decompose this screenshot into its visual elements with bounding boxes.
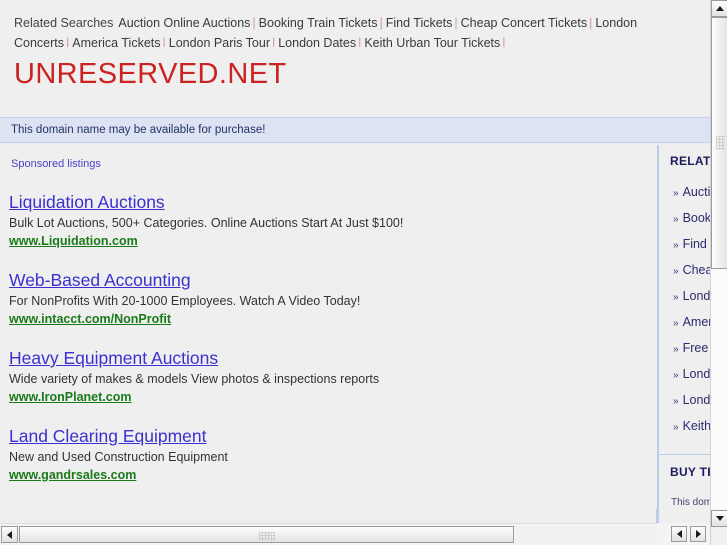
bullet-icon: » bbox=[673, 214, 679, 225]
main-horizontal-scrollbar[interactable] bbox=[0, 523, 657, 545]
scroll-left-arrow-icon[interactable] bbox=[1, 526, 18, 543]
bullet-icon: » bbox=[673, 396, 679, 407]
scrollbar-grip-icon bbox=[716, 136, 725, 150]
ad-url-link[interactable]: www.intacct.com/NonProfit bbox=[9, 311, 171, 328]
ad-description: Bulk Lot Auctions, 500+ Categories. Onli… bbox=[9, 216, 404, 230]
sidebar-related-item[interactable]: »Find Tickets bbox=[659, 232, 710, 258]
related-search-link[interactable]: London Dates bbox=[278, 36, 356, 47]
related-searches-separator: | bbox=[252, 16, 256, 30]
ad-description: New and Used Construction Equipment bbox=[9, 450, 228, 464]
related-search-link[interactable]: America Tickets bbox=[72, 36, 160, 47]
bullet-icon: » bbox=[673, 318, 679, 329]
triangle-left-icon bbox=[676, 530, 682, 538]
scrollbar-corner bbox=[711, 527, 727, 545]
ad-title-link[interactable]: Heavy Equipment Auctions bbox=[9, 347, 218, 369]
sidebar-related-item[interactable]: »London Dates bbox=[659, 388, 710, 414]
bullet-icon: » bbox=[673, 266, 679, 277]
bullet-icon: » bbox=[673, 344, 679, 355]
horizontal-scrollbar-thumb[interactable] bbox=[19, 526, 514, 543]
related-search-link[interactable]: Keith Urban Tour Tickets bbox=[364, 36, 500, 47]
sidebar-related-item-label: London Paris Tour bbox=[682, 367, 710, 381]
bullet-icon: » bbox=[673, 422, 679, 433]
sidebar-related-item[interactable]: »Booking Train Tickets bbox=[659, 206, 710, 232]
sidebar-scroll-right-arrow-icon[interactable] bbox=[690, 526, 706, 542]
sponsored-listings-label: Sponsored listings bbox=[11, 158, 101, 170]
scrollbar-grip-icon bbox=[259, 532, 275, 541]
sidebar-related-item-label: Find Tickets bbox=[682, 237, 710, 251]
sidebar-related-item[interactable]: »Auction Online Auctions bbox=[659, 180, 710, 206]
sidebar-related-item[interactable]: »Cheap Concert Tickets bbox=[659, 258, 710, 284]
related-searches-separator: | bbox=[454, 16, 458, 30]
sidebar-related-item-label: Auction Online Auctions bbox=[682, 185, 710, 199]
sidebar-related-item-label: America Tickets bbox=[682, 315, 710, 329]
ad-url-link[interactable]: www.gandrsales.com bbox=[9, 467, 136, 484]
page-title: UNRESERVED.NET bbox=[14, 58, 287, 90]
triangle-left-icon bbox=[7, 530, 12, 539]
sidebar-related-list: »Auction Online Auctions»Booking Train T… bbox=[659, 180, 710, 440]
ad-title-link[interactable]: Land Clearing Equipment bbox=[9, 425, 207, 447]
triangle-up-icon bbox=[715, 6, 724, 11]
bullet-icon: » bbox=[673, 240, 679, 251]
related-search-link[interactable]: Find Tickets bbox=[386, 16, 453, 30]
sponsored-ad: Heavy Equipment Auctions Wide variety of … bbox=[9, 347, 657, 406]
sidebar-scroll-left-arrow-icon[interactable] bbox=[671, 526, 687, 542]
related-search-link[interactable]: Booking Train Tickets bbox=[259, 16, 378, 30]
vertical-scrollbar-track[interactable] bbox=[711, 269, 727, 510]
sidebar-related-item-label: London Dates bbox=[682, 393, 710, 407]
scroll-up-arrow-icon[interactable] bbox=[711, 0, 727, 17]
ad-title-link[interactable]: Web-Based Accounting bbox=[9, 269, 191, 291]
bullet-icon: » bbox=[673, 292, 679, 303]
vertical-scrollbar-thumb[interactable] bbox=[711, 17, 727, 269]
related-search-link[interactable]: Cheap Concert Tickets bbox=[461, 16, 587, 30]
sidebar-related-item[interactable]: »Keith Urban Tour Tickets bbox=[659, 414, 710, 440]
triangle-down-icon bbox=[715, 516, 724, 521]
frame-edge-divider bbox=[656, 509, 658, 523]
related-searches-strip: Related Searches Auction Online Auctions |… bbox=[0, 0, 710, 47]
ad-description: For NonProfits With 20-1000 Employees. W… bbox=[9, 294, 361, 308]
ad-title-link[interactable]: Liquidation Auctions bbox=[9, 191, 165, 213]
sponsored-ad: Land Clearing Equipment New and Used Cons… bbox=[9, 425, 657, 484]
sidebar-divider bbox=[659, 454, 710, 455]
main-content: Sponsored listings Liquidation Auctions B… bbox=[0, 145, 657, 523]
sponsored-ad: Web-Based Accounting For NonProfits With … bbox=[9, 269, 657, 328]
sidebar-related-item[interactable]: »London Concerts bbox=[659, 284, 710, 310]
window-vertical-scrollbar[interactable] bbox=[710, 0, 727, 545]
sponsored-ads-list: Liquidation Auctions Bulk Lot Auctions, 5… bbox=[9, 191, 657, 503]
horizontal-scrollbar-track[interactable] bbox=[516, 526, 657, 543]
related-searches-separator: | bbox=[271, 36, 276, 47]
right-sidebar: RELATED SEARCHES »Auction Online Auction… bbox=[657, 145, 710, 523]
sidebar-horizontal-scrollbar[interactable] bbox=[657, 523, 710, 545]
ad-url-link[interactable]: www.IronPlanet.com bbox=[9, 389, 131, 406]
sidebar-related-item-label: Free Tickets bbox=[682, 341, 710, 355]
sidebar-buy-heading: BUY THIS DOMAIN bbox=[670, 465, 710, 479]
sidebar-related-item-label: London Concerts bbox=[682, 289, 710, 303]
sidebar-related-item[interactable]: »London Paris Tour bbox=[659, 362, 710, 388]
related-searches-separator: | bbox=[162, 36, 166, 47]
sidebar-related-item-label: Booking Train Tickets bbox=[682, 211, 710, 225]
sponsored-ad: Liquidation Auctions Bulk Lot Auctions, 5… bbox=[9, 191, 657, 250]
ad-url-link[interactable]: www.Liquidation.com bbox=[9, 233, 138, 250]
related-searches-separator: | bbox=[502, 36, 506, 47]
sidebar-related-item[interactable]: »America Tickets bbox=[659, 310, 710, 336]
related-search-link[interactable]: Auction Online Auctions bbox=[118, 16, 250, 30]
purchase-banner: This domain name may be available for pu… bbox=[0, 117, 710, 143]
purchase-banner-text: This domain name may be available for pu… bbox=[11, 124, 266, 136]
related-searches-separator: | bbox=[379, 16, 383, 30]
bullet-icon: » bbox=[673, 188, 679, 199]
sidebar-related-item-label: Keith Urban Tour Tickets bbox=[682, 419, 710, 433]
bullet-icon: » bbox=[673, 370, 679, 381]
scroll-down-arrow-icon[interactable] bbox=[711, 510, 727, 527]
related-searches-heading: Related Searches bbox=[14, 16, 114, 30]
sidebar-buy-text: This domain name may be for sale bbox=[671, 497, 710, 508]
related-search-link[interactable]: London Paris Tour bbox=[169, 36, 270, 47]
ad-description: Wide variety of makes & models View phot… bbox=[9, 372, 380, 386]
triangle-right-icon bbox=[695, 530, 701, 538]
page-root: Related Searches Auction Online Auctions |… bbox=[0, 0, 727, 545]
sidebar-related-item[interactable]: »Free Tickets bbox=[659, 336, 710, 362]
sidebar-related-item-label: Cheap Concert Tickets bbox=[682, 263, 710, 277]
sidebar-related-heading: RELATED SEARCHES bbox=[670, 154, 710, 168]
